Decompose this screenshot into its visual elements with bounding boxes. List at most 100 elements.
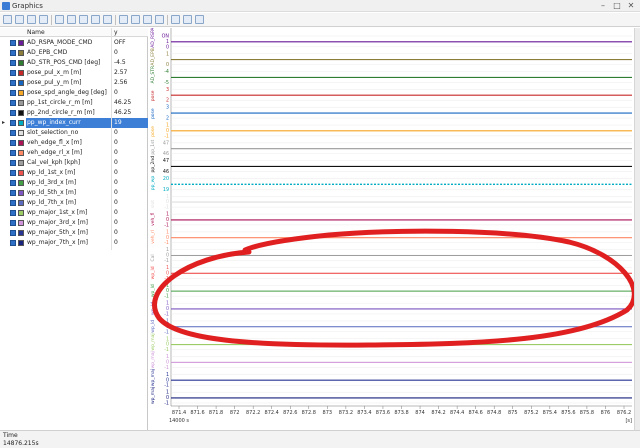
signal-row[interactable]: slot_selection_no 0 [0, 128, 148, 138]
maximize-button[interactable]: □ [610, 1, 624, 11]
signal-color-swatch[interactable] [18, 240, 24, 246]
undo-icon[interactable] [143, 15, 152, 24]
signal-visible-checkbox[interactable] [10, 140, 16, 146]
signal-visible-checkbox[interactable] [10, 190, 16, 196]
signal-visible-checkbox[interactable] [10, 130, 16, 136]
signal-row[interactable]: pose_pul_x_m [m] 2.57 [0, 68, 148, 78]
signal-row[interactable]: AD_STR_POS_CMD [deg] -4.5 [0, 58, 148, 68]
signal-visible-checkbox[interactable] [10, 100, 16, 106]
signal-visible-checkbox[interactable] [10, 50, 16, 56]
signal-color-swatch[interactable] [18, 190, 24, 196]
measure-icon[interactable] [79, 15, 88, 24]
signal-visible-checkbox[interactable] [10, 240, 16, 246]
time-label: Time [3, 432, 18, 439]
lane-tick-label: -1 [164, 222, 169, 228]
signal-color-swatch[interactable] [18, 90, 24, 96]
signal-visible-checkbox[interactable] [10, 120, 16, 126]
window-icon[interactable] [131, 15, 140, 24]
signal-name: pp_1st_circle_r_m [m] [27, 99, 93, 106]
vertical-scrollbar[interactable] [634, 28, 640, 430]
signal-color-swatch[interactable] [18, 70, 24, 76]
signal-row[interactable]: veh_edge_fl_x [m] 0 [0, 138, 148, 148]
settings-icon[interactable] [171, 15, 180, 24]
zoom-in-icon[interactable] [39, 15, 48, 24]
signal-color-swatch[interactable] [18, 100, 24, 106]
close-button[interactable]: ✕ [624, 1, 638, 11]
nav-right-icon[interactable] [119, 15, 128, 24]
export-icon[interactable] [183, 15, 192, 24]
signal-row[interactable]: wp_ld_3rd_x [m] 0 [0, 178, 148, 188]
signal-row[interactable]: pose_spd_angle_deg [deg] 0 [0, 88, 148, 98]
signal-visible-checkbox[interactable] [10, 70, 16, 76]
signal-visible-checkbox[interactable] [10, 220, 16, 226]
signal-color-swatch[interactable] [18, 120, 24, 126]
filter-icon[interactable] [91, 15, 100, 24]
signal-row[interactable]: pp_2nd_circle_r_m [m] 46.25 [0, 108, 148, 118]
signal-row[interactable]: wp_ld_1st_x [m] 0 [0, 168, 148, 178]
signal-color-swatch[interactable] [18, 140, 24, 146]
help-icon[interactable] [195, 15, 204, 24]
redo-icon[interactable] [155, 15, 164, 24]
signal-color-swatch[interactable] [18, 40, 24, 46]
signal-row[interactable]: wp_major_1st_x [m] 0 [0, 208, 148, 218]
signal-visible-checkbox[interactable] [10, 170, 16, 176]
signal-visible-checkbox[interactable] [10, 160, 16, 166]
signal-row[interactable]: AD_EPB_CMD 0 [0, 48, 148, 58]
nav-left-icon[interactable] [103, 15, 112, 24]
signal-name: AD_RSPA_MODE_CMD [27, 39, 93, 46]
signal-visible-checkbox[interactable] [10, 230, 16, 236]
signal-color-swatch[interactable] [18, 60, 24, 66]
x-tick-label: 875.8 [580, 410, 594, 416]
lane-tick-label: 1 [166, 390, 169, 396]
signal-color-swatch[interactable] [18, 130, 24, 136]
cursor-icon[interactable] [15, 15, 24, 24]
signal-visible-checkbox[interactable] [10, 60, 16, 66]
signal-row[interactable]: ▸ pp_wp_index_curr 19 [0, 118, 148, 128]
signal-row[interactable]: wp_major_7th_x [m] 0 [0, 238, 148, 248]
signal-color-swatch[interactable] [18, 80, 24, 86]
signal-visible-checkbox[interactable] [10, 40, 16, 46]
signal-row[interactable]: wp_major_5th_x [m] 0 [0, 228, 148, 238]
signal-value: 0 [114, 149, 118, 156]
signal-color-swatch[interactable] [18, 50, 24, 56]
column-header-y[interactable]: y [114, 29, 118, 36]
signal-visible-checkbox[interactable] [10, 150, 16, 156]
chart-icon[interactable] [27, 15, 36, 24]
signal-visible-checkbox[interactable] [10, 110, 16, 116]
signal-row[interactable]: wp_ld_7th_x [m] 0 [0, 198, 148, 208]
signal-color-swatch[interactable] [18, 160, 24, 166]
signal-chart[interactable]: AD_RSPA ON10AD_EPB 10AD_STR -4-5pose32pose3… [149, 27, 640, 430]
minimize-button[interactable]: – [596, 1, 610, 11]
signal-row[interactable]: Cal_vel_kph [kph] 0 [0, 158, 148, 168]
current-row-arrow-icon: ▸ [2, 119, 6, 126]
table-icon[interactable] [3, 15, 12, 24]
signal-color-swatch[interactable] [18, 180, 24, 186]
plot-area[interactable]: AD_RSPA ON 1 0 AD_EPB 1 0 AD_STR -4 -5 pose 3 2 pose 3… [149, 27, 640, 430]
signal-color-swatch[interactable] [18, 150, 24, 156]
signal-color-swatch[interactable] [18, 170, 24, 176]
signal-color-swatch[interactable] [18, 110, 24, 116]
signal-row[interactable]: veh_edge_rl_x [m] 0 [0, 148, 148, 158]
lane-label: veh_fl [150, 212, 156, 226]
x-tick-label: 876 [601, 410, 611, 416]
signal-visible-checkbox[interactable] [10, 200, 16, 206]
signal-row[interactable]: wp_ld_5th_x [m] 0 [0, 188, 148, 198]
zoom-out-icon[interactable] [55, 15, 64, 24]
lane-tick-label: 0 [166, 44, 169, 50]
signal-visible-checkbox[interactable] [10, 210, 16, 216]
signal-color-swatch[interactable] [18, 220, 24, 226]
zoom-fit-icon[interactable] [67, 15, 76, 24]
signal-visible-checkbox[interactable] [10, 90, 16, 96]
signal-row[interactable]: wp_major_3rd_x [m] 0 [0, 218, 148, 228]
signal-row[interactable]: AD_RSPA_MODE_CMD OFF [0, 38, 148, 48]
signal-row[interactable]: pp_1st_circle_r_m [m] 46.25 [0, 98, 148, 108]
signal-visible-checkbox[interactable] [10, 80, 16, 86]
lane-tick-label: 1 [166, 265, 169, 271]
signal-row[interactable]: pose_pul_y_m [m] 2.56 [0, 78, 148, 88]
signal-color-swatch[interactable] [18, 200, 24, 206]
signal-name: AD_EPB_CMD [27, 49, 68, 56]
signal-color-swatch[interactable] [18, 230, 24, 236]
column-header-name[interactable]: Name [27, 29, 45, 36]
signal-visible-checkbox[interactable] [10, 180, 16, 186]
signal-color-swatch[interactable] [18, 210, 24, 216]
